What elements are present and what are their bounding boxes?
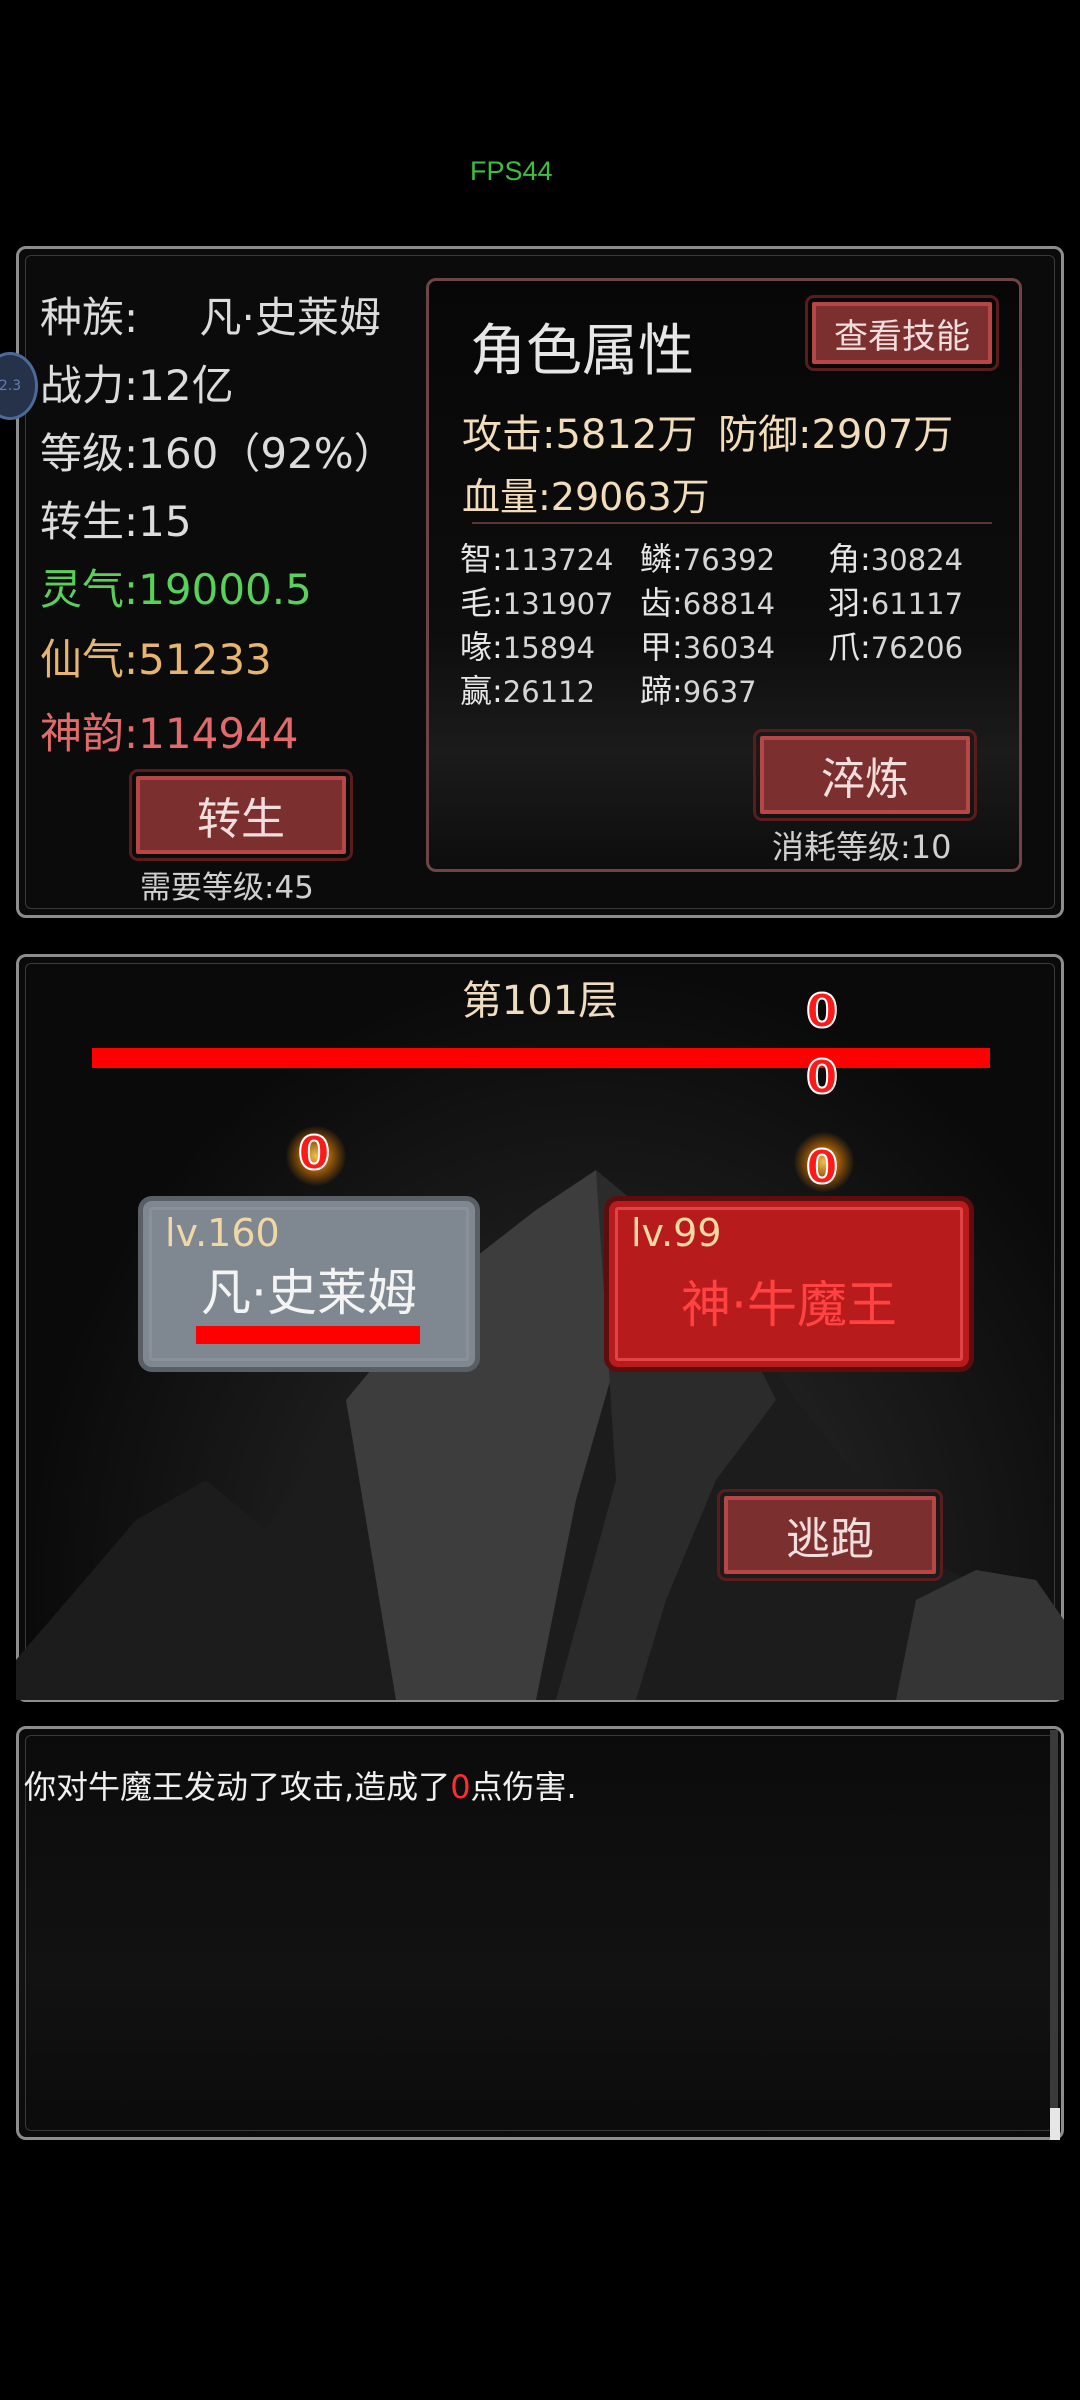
attribute-label: 羽:	[828, 584, 871, 622]
attribute-value: 68814	[682, 587, 776, 621]
attribute-cell: 赢:26112	[460, 666, 595, 712]
attribute-value: 36034	[682, 631, 776, 665]
player-name: 凡·史莱姆	[201, 1264, 417, 1322]
floor-indicator: 第101层	[461, 978, 619, 1024]
attribute-value: 76392	[682, 543, 776, 577]
attribute-label: 齿:	[640, 584, 683, 622]
race-label: 种族:	[40, 293, 139, 342]
refine-cost: 消耗等级:10	[772, 828, 952, 866]
level-stat: 等级:160（92%）	[40, 429, 396, 478]
defense-value: 防御:2907万	[718, 412, 954, 458]
refine-button[interactable]: 淬炼	[753, 729, 977, 821]
hp-stat: 血量:29063万	[462, 475, 710, 519]
enemy-name: 神·牛魔王	[681, 1276, 897, 1334]
log-prefix: 你对牛魔王发动了攻击,造成了	[24, 1768, 451, 1806]
enemy-card[interactable]: lv.99 神·牛魔王	[604, 1196, 974, 1372]
log-scrollbar-thumb[interactable]	[1050, 2108, 1060, 2140]
attribute-cell: 蹄:9637	[640, 666, 757, 712]
attribute-cell: 毛:131907	[460, 578, 614, 624]
attribute-cell: 羽:61117	[828, 578, 963, 624]
attribute-value: 30824	[870, 543, 964, 577]
xianqi-stat: 仙气:51233	[40, 635, 272, 684]
attribute-cell: 齿:68814	[640, 578, 775, 624]
rebirth-button[interactable]: 转生	[129, 769, 353, 861]
shenyun-stat: 神韵:114944	[40, 709, 299, 758]
race-row: 种族: 凡·史莱姆	[40, 284, 381, 345]
power-stat: 战力:12亿	[40, 361, 234, 410]
fps-counter: FPS44	[470, 156, 553, 186]
attribute-label: 智:	[460, 540, 503, 578]
flee-button[interactable]: 逃跑	[717, 1489, 943, 1581]
attribute-cell: 甲:36034	[640, 622, 775, 668]
rebirth-requirement: 需要等级:45	[140, 870, 314, 906]
attribute-cell: 喙:15894	[460, 622, 595, 668]
damage-number: 0	[805, 983, 839, 1039]
player-hp-bar	[196, 1326, 420, 1344]
attribute-cell: 智:113724	[460, 534, 614, 580]
attribute-value: 9637	[682, 675, 757, 709]
player-card: lv.160 凡·史莱姆	[138, 1196, 480, 1372]
enemy-hp-bar	[92, 1048, 990, 1068]
attribute-label: 鳞:	[640, 540, 683, 578]
attribute-value: 26112	[502, 675, 596, 709]
attribute-cell: 鳞:76392	[640, 534, 775, 580]
attribute-label: 毛:	[460, 584, 503, 622]
log-suffix: 点伤害.	[470, 1768, 577, 1806]
attack-value: 攻击:5812万	[462, 412, 698, 458]
damage-number: 0	[805, 1139, 839, 1195]
attribute-label: 赢:	[460, 672, 503, 710]
enemy-level: lv.99	[631, 1211, 722, 1255]
attribute-value: 15894	[502, 631, 596, 665]
attribute-value: 61117	[870, 587, 964, 621]
race-value: 凡·史莱姆	[199, 293, 381, 342]
log-scrollbar-track[interactable]	[1050, 1730, 1058, 2138]
view-skills-button[interactable]: 查看技能	[805, 295, 999, 371]
attribute-label: 喙:	[460, 628, 503, 666]
attack-stat: 攻击:5812万 防御:2907万	[462, 402, 953, 460]
player-level: lv.160	[165, 1211, 280, 1255]
attribute-label: 甲:	[640, 628, 683, 666]
damage-number: 0	[805, 1049, 839, 1105]
attribute-label: 角:	[828, 540, 871, 578]
attribute-value: 113724	[502, 543, 614, 577]
rebirth-stat: 转生:15	[40, 497, 192, 546]
attributes-divider	[472, 522, 992, 524]
attribute-label: 爪:	[828, 628, 871, 666]
attribute-cell: 爪:76206	[828, 622, 963, 668]
attribute-value: 131907	[502, 587, 614, 621]
attribute-cell: 角:30824	[828, 534, 963, 580]
lingqi-stat: 灵气:19000.5	[40, 565, 312, 614]
attributes-title: 角色属性	[470, 319, 694, 384]
damage-number: 0	[297, 1125, 331, 1181]
log-damage: 0	[450, 1768, 471, 1806]
attribute-value: 76206	[870, 631, 964, 665]
attribute-label: 蹄:	[640, 672, 683, 710]
battle-log-entry: 你对牛魔王发动了攻击,造成了0点伤害.	[24, 1762, 577, 1808]
